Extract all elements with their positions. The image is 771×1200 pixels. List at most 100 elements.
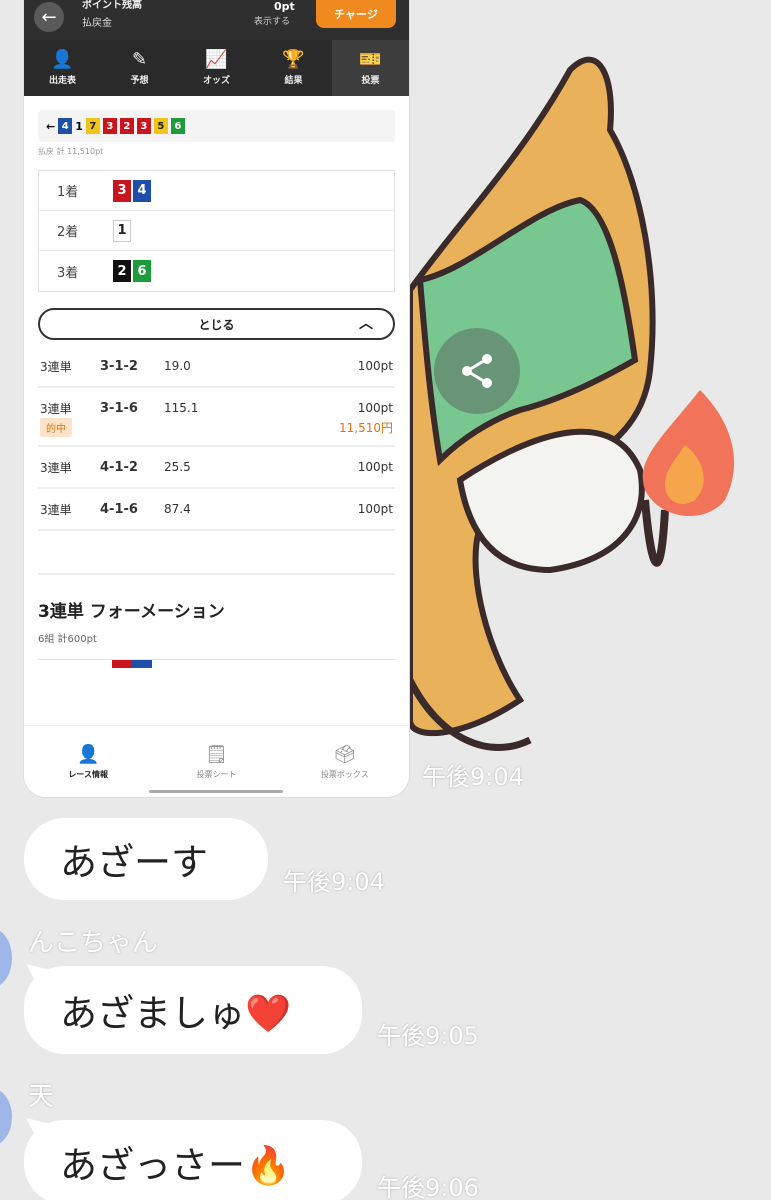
rank-row: 2着 1: [39, 211, 394, 251]
tab-bar: 👤 出走表 ✎ 予想 📈 オッズ 🏆 結果 🎫 投票: [24, 40, 409, 96]
bet-amount: 100pt: [357, 401, 393, 415]
bet-row: 3連単 3-1-6 115.1 100pt 的中 11,510円: [38, 388, 395, 447]
chat-bubble[interactable]: あざましゅ❤️: [24, 966, 362, 1054]
screenshot-image-message[interactable]: ← ポイント残高 払戻金 0pt 表示する チャージ 👤 出走表 ✎ 予想 📈 …: [24, 0, 409, 797]
tab-label: 投票: [361, 76, 380, 86]
share-icon: [462, 354, 492, 388]
rank-table: 1着 3 4 2着 1 3着 2 6: [38, 170, 395, 292]
header-subtitle: 払戻金: [82, 18, 112, 29]
sheet-icon: 🗒: [205, 743, 228, 765]
bet-amount: 100pt: [357, 359, 393, 373]
tab-label: 出走表: [48, 76, 76, 86]
rank-row: 3着 2 6: [39, 251, 394, 291]
avatar[interactable]: [0, 928, 12, 988]
rank-label: 2着: [57, 225, 79, 240]
points-value: 0pt: [274, 0, 295, 13]
back-arrow-icon[interactable]: ←: [34, 2, 64, 32]
tab-label: オッズ: [202, 76, 230, 86]
dragon-sticker: [406, 56, 735, 751]
nav-race-info[interactable]: 👤 レース情報: [24, 726, 152, 797]
tab-prediction[interactable]: ✎ 予想: [101, 40, 178, 96]
person-icon: 👤: [51, 49, 74, 70]
chart-icon: 📈: [205, 49, 228, 70]
bet-amount: 100pt: [357, 460, 393, 474]
message-time: 午後9:05: [377, 1022, 479, 1050]
tab-race-card[interactable]: 👤 出走表: [24, 40, 101, 96]
bet-type: 3連単: [40, 401, 72, 416]
bet-type: 3連単: [40, 502, 72, 517]
bottom-nav: 👤 レース情報 🗒 投票シート 🗳 投票ボックス: [24, 725, 409, 797]
boat-number: [112, 660, 132, 668]
boat-number: 3: [102, 118, 117, 134]
rank-numbers: 3 4: [113, 179, 151, 202]
message-text: あざーす: [60, 841, 208, 884]
rank-numbers: 2 6: [113, 260, 151, 282]
boat-number: 4: [58, 118, 73, 134]
boat-number: 3: [136, 118, 151, 134]
close-button[interactable]: とじる ︿: [38, 308, 395, 340]
boat-number: 6: [170, 118, 185, 134]
tab-odds[interactable]: 📈 オッズ: [178, 40, 255, 96]
tab-results[interactable]: 🏆 結果: [255, 40, 332, 96]
prediction-icon: ✎: [131, 49, 148, 70]
box-icon: 🗳: [333, 743, 357, 765]
payout-amount: 11,510円: [339, 421, 393, 435]
bet-odds: 19.0: [164, 359, 191, 373]
nav-label: レース情報: [68, 769, 108, 779]
bet-odds: 87.4: [164, 502, 191, 516]
show-points-link[interactable]: 表示する: [254, 14, 290, 27]
chat-bubble[interactable]: あざっさー🔥: [24, 1120, 362, 1200]
rank-row: 1着 3 4: [39, 171, 394, 211]
boat-number: [132, 660, 152, 668]
avatar[interactable]: [0, 1088, 12, 1146]
boat-number: 6: [133, 260, 151, 282]
tab-label: 予想: [130, 76, 149, 86]
arrow-left-icon: ←: [46, 119, 56, 133]
bet-odds: 115.1: [164, 401, 199, 415]
message-time: 午後9:04: [283, 868, 385, 896]
rank-label: 1着: [57, 185, 79, 200]
rank-numbers: 1: [113, 219, 131, 242]
boat-number: 1: [113, 219, 131, 242]
formation-row-peek: [38, 659, 395, 675]
bet-combo: 4-1-6: [100, 501, 138, 517]
ticket-icon: 🎫: [359, 49, 382, 70]
sender-name: んこちゃん: [28, 928, 159, 958]
result-strip: ← 4 1 7 3 2 3 5 6: [38, 110, 395, 142]
sender-name: 天: [28, 1082, 55, 1112]
nav-vote-sheet[interactable]: 🗒 投票シート: [152, 726, 280, 797]
bet-combo: 3-1-2: [100, 358, 138, 374]
bet-type: 3連単: [40, 359, 72, 374]
message-time: 午後9:04: [422, 763, 524, 791]
charge-button[interactable]: チャージ: [316, 0, 396, 28]
boat-number: 7: [85, 118, 100, 134]
message-text: あざましゅ❤️: [60, 992, 292, 1035]
section-subtitle: 6組 計600pt: [38, 634, 97, 645]
bet-amount: 100pt: [357, 502, 393, 516]
bet-row: 3連単 4-1-2 25.5 100pt: [38, 447, 395, 489]
bet-row: 3連単 3-1-2 19.0 100pt: [38, 346, 395, 388]
boat-number: 5: [153, 118, 168, 134]
chevron-up-icon: ︿: [359, 316, 373, 332]
result-content: ← 4 1 7 3 2 3 5 6 払戻 計 11,510pt 1着 3 4 2…: [24, 96, 409, 675]
bet-odds: 25.5: [164, 460, 191, 474]
message-text: あざっさー🔥: [60, 1144, 292, 1187]
nav-vote-box[interactable]: 🗳 投票ボックス: [281, 726, 409, 797]
bet-combo: 3-1-6: [100, 400, 138, 416]
message-time: 午後9:06: [377, 1174, 479, 1200]
boat-number: 3: [113, 179, 131, 202]
payout-note: 払戻 計 11,510pt: [38, 147, 104, 156]
result-prefix: 1: [75, 119, 83, 133]
person-icon: 👤: [76, 743, 100, 765]
boat-number: 4: [133, 179, 151, 202]
boat-number: 2: [119, 118, 134, 134]
section-divider: [38, 531, 395, 575]
bet-list: 3連単 3-1-2 19.0 100pt 3連単 3-1-6 115.1 100…: [38, 346, 395, 531]
tab-vote[interactable]: 🎫 投票: [332, 40, 409, 96]
boat-number: 2: [113, 260, 131, 282]
bet-type: 3連単: [40, 460, 72, 475]
hit-badge: 的中: [40, 418, 72, 437]
nav-label: 投票シート: [196, 769, 237, 779]
chat-bubble[interactable]: あざーす: [24, 818, 268, 900]
share-button[interactable]: [434, 328, 520, 414]
